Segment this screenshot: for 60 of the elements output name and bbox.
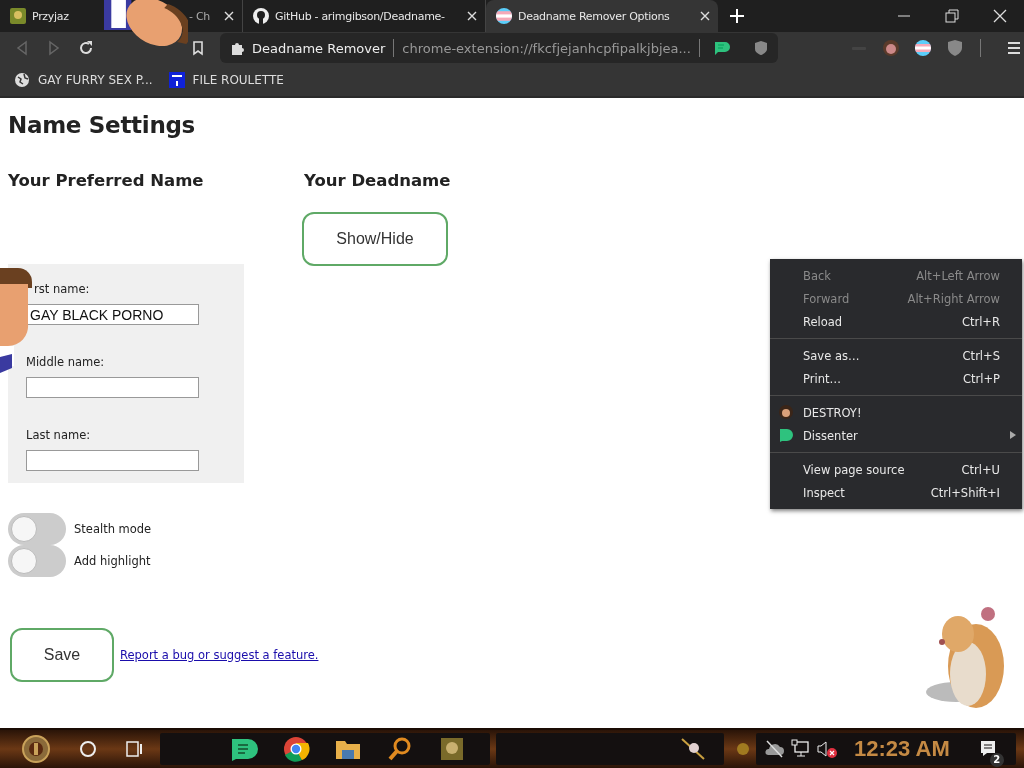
browser-tab[interactable]: GitHub - arimgibson/Deadname- (243, 0, 486, 32)
section-heading: Your Deadname (304, 171, 451, 190)
speech-bubble-icon (779, 428, 793, 442)
toggle-label: Stealth mode (74, 522, 152, 536)
section-heading: Your Preferred Name (8, 171, 205, 190)
tab-title: - Ch (189, 9, 210, 23)
show-hide-button[interactable]: Show/Hide (302, 212, 448, 266)
reload-icon[interactable] (78, 40, 94, 56)
clock[interactable]: 12:23 AM (854, 736, 950, 762)
avatar-icon (779, 405, 793, 419)
tab-title: Deadname Remover Options (518, 9, 670, 23)
speech-bubble-icon[interactable] (713, 40, 730, 56)
close-icon[interactable] (224, 11, 234, 21)
url-text: chrome-extension://fkcfjejanhcpfipalkjbjea... (402, 40, 691, 56)
tile-icon (168, 72, 185, 88)
menu-item[interactable]: View page source Ctrl+U (770, 458, 1022, 481)
puzzle-icon (230, 41, 244, 55)
chrome-icon[interactable] (282, 735, 310, 763)
field-label: Middle name: (26, 355, 106, 369)
toggle-switch[interactable] (8, 545, 66, 577)
field-label: Last name: (26, 428, 92, 442)
page-title: Name Settings (8, 112, 196, 138)
menu-item[interactable]: Save as… Ctrl+S (770, 344, 1022, 367)
globe-icon (14, 72, 30, 88)
close-icon[interactable] (467, 11, 477, 21)
bookmark-link[interactable]: GAY FURRY SEX P... (38, 73, 153, 87)
close-icon[interactable] (993, 9, 1007, 23)
report-link[interactable]: Report a bug or suggest a feature. (120, 648, 319, 662)
shield-icon[interactable] (945, 39, 964, 57)
submenu-arrow-icon (1010, 431, 1016, 439)
flag-icon[interactable] (913, 39, 932, 57)
bookmark-link[interactable]: FILE ROULETTE (192, 73, 284, 87)
input-field[interactable] (26, 450, 199, 471)
field-label: rst name: (33, 282, 91, 296)
avatar-icon[interactable] (881, 39, 900, 57)
input-field[interactable] (26, 377, 199, 398)
github-icon (253, 8, 269, 24)
toggle-label: Add highlight (74, 554, 151, 568)
menu-item[interactable]: Dissenter (770, 424, 1022, 447)
tab-title: GitHub - arimgibson/Deadname- (275, 9, 445, 23)
menu-item[interactable]: Print… Ctrl+P (770, 367, 1022, 390)
address-bar[interactable]: Deadname Remover chrome-extension://fkcfjejanhcpfipalkjbjea... (220, 33, 778, 63)
tab-title: Przyjaz (32, 9, 69, 23)
site-icon (10, 8, 26, 24)
restore-icon[interactable] (945, 9, 959, 23)
plus-icon[interactable] (730, 9, 744, 23)
menu-item[interactable]: Reload Ctrl+R (770, 310, 1022, 333)
bookmark-icon[interactable] (190, 40, 206, 56)
notification-count: 2 (989, 753, 1004, 767)
picture-icon[interactable] (438, 735, 466, 763)
browser-tab[interactable]: Deadname Remover Options (486, 0, 718, 32)
flag-icon (496, 8, 512, 24)
input-field[interactable]: GAY BLACK PORNO (26, 304, 199, 325)
menu-item[interactable]: DESTROY! (770, 401, 1022, 424)
toggle-switch[interactable] (8, 513, 66, 545)
close-icon[interactable] (700, 11, 710, 21)
site-name: Deadname Remover (252, 40, 386, 56)
shield-icon[interactable] (753, 40, 768, 56)
menu-item[interactable]: Inspect Ctrl+Shift+I (770, 481, 1022, 504)
save-button[interactable]: Save (10, 628, 114, 682)
